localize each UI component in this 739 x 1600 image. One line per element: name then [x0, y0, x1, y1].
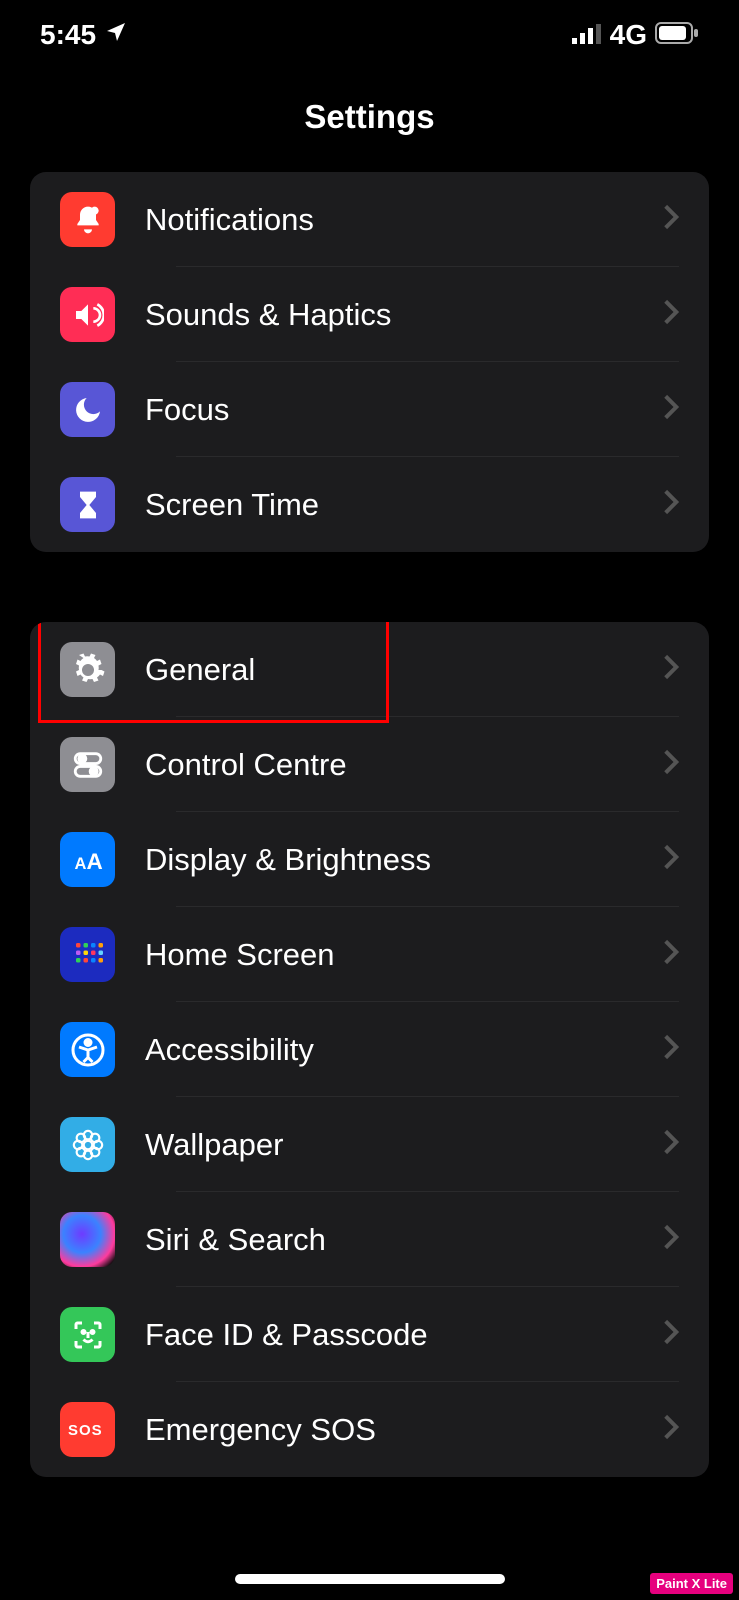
apps-grid-icon [60, 927, 115, 982]
settings-group-1: Notifications Sounds & Haptics Focus Scr… [30, 172, 709, 552]
page-header: Settings [0, 70, 739, 172]
status-right: 4G [572, 19, 699, 51]
chevron-right-icon [663, 748, 679, 781]
chevron-right-icon [663, 203, 679, 236]
row-label: Face ID & Passcode [145, 1317, 663, 1353]
home-indicator[interactable] [235, 1574, 505, 1584]
row-sos[interactable]: SOS Emergency SOS [30, 1382, 709, 1477]
row-label: Sounds & Haptics [145, 297, 663, 333]
face-icon [60, 1307, 115, 1362]
row-label: Emergency SOS [145, 1412, 663, 1448]
sos-icon: SOS [60, 1402, 115, 1457]
chevron-right-icon [663, 653, 679, 686]
row-label: Screen Time [145, 487, 663, 523]
row-label: Wallpaper [145, 1127, 663, 1163]
status-time: 5:45 [40, 19, 96, 51]
flower-icon [60, 1117, 115, 1172]
chevron-right-icon [663, 1223, 679, 1256]
svg-text:SOS: SOS [68, 1422, 103, 1439]
chevron-right-icon [663, 1318, 679, 1351]
row-label: Display & Brightness [145, 842, 663, 878]
row-focus[interactable]: Focus [30, 362, 709, 457]
row-faceid[interactable]: Face ID & Passcode [30, 1287, 709, 1382]
row-homescreen[interactable]: Home Screen [30, 907, 709, 1002]
location-icon [104, 19, 128, 51]
svg-text:A: A [86, 849, 102, 874]
row-notifications[interactable]: Notifications [30, 172, 709, 267]
row-label: Accessibility [145, 1032, 663, 1068]
row-label: Siri & Search [145, 1222, 663, 1258]
chevron-right-icon [663, 393, 679, 426]
textsize-icon: AA [60, 832, 115, 887]
bell-icon [60, 192, 115, 247]
row-sounds[interactable]: Sounds & Haptics [30, 267, 709, 362]
accessibility-icon [60, 1022, 115, 1077]
row-label: Home Screen [145, 937, 663, 973]
settings-group-2: General Control Centre AA Display & Brig… [30, 622, 709, 1477]
speaker-icon [60, 287, 115, 342]
row-label: Focus [145, 392, 663, 428]
row-display[interactable]: AA Display & Brightness [30, 812, 709, 907]
row-label: Control Centre [145, 747, 663, 783]
row-siri[interactable]: Siri & Search [30, 1192, 709, 1287]
row-accessibility[interactable]: Accessibility [30, 1002, 709, 1097]
signal-icon [572, 19, 602, 51]
chevron-right-icon [663, 938, 679, 971]
row-controlcentre[interactable]: Control Centre [30, 717, 709, 812]
chevron-right-icon [663, 488, 679, 521]
moon-icon [60, 382, 115, 437]
row-screentime[interactable]: Screen Time [30, 457, 709, 552]
row-label: General [145, 652, 663, 688]
battery-icon [655, 19, 699, 51]
siri-icon [60, 1212, 115, 1267]
svg-text:A: A [74, 855, 86, 873]
row-general[interactable]: General [30, 622, 709, 717]
watermark: Paint X Lite [650, 1573, 733, 1594]
page-title: Settings [0, 98, 739, 136]
gear-icon [60, 642, 115, 697]
row-label: Notifications [145, 202, 663, 238]
switches-icon [60, 737, 115, 792]
chevron-right-icon [663, 1033, 679, 1066]
chevron-right-icon [663, 843, 679, 876]
network-label: 4G [610, 19, 647, 51]
chevron-right-icon [663, 1413, 679, 1446]
status-left: 5:45 [40, 19, 128, 51]
chevron-right-icon [663, 298, 679, 331]
row-wallpaper[interactable]: Wallpaper [30, 1097, 709, 1192]
chevron-right-icon [663, 1128, 679, 1161]
status-bar: 5:45 4G [0, 0, 739, 70]
hourglass-icon [60, 477, 115, 532]
